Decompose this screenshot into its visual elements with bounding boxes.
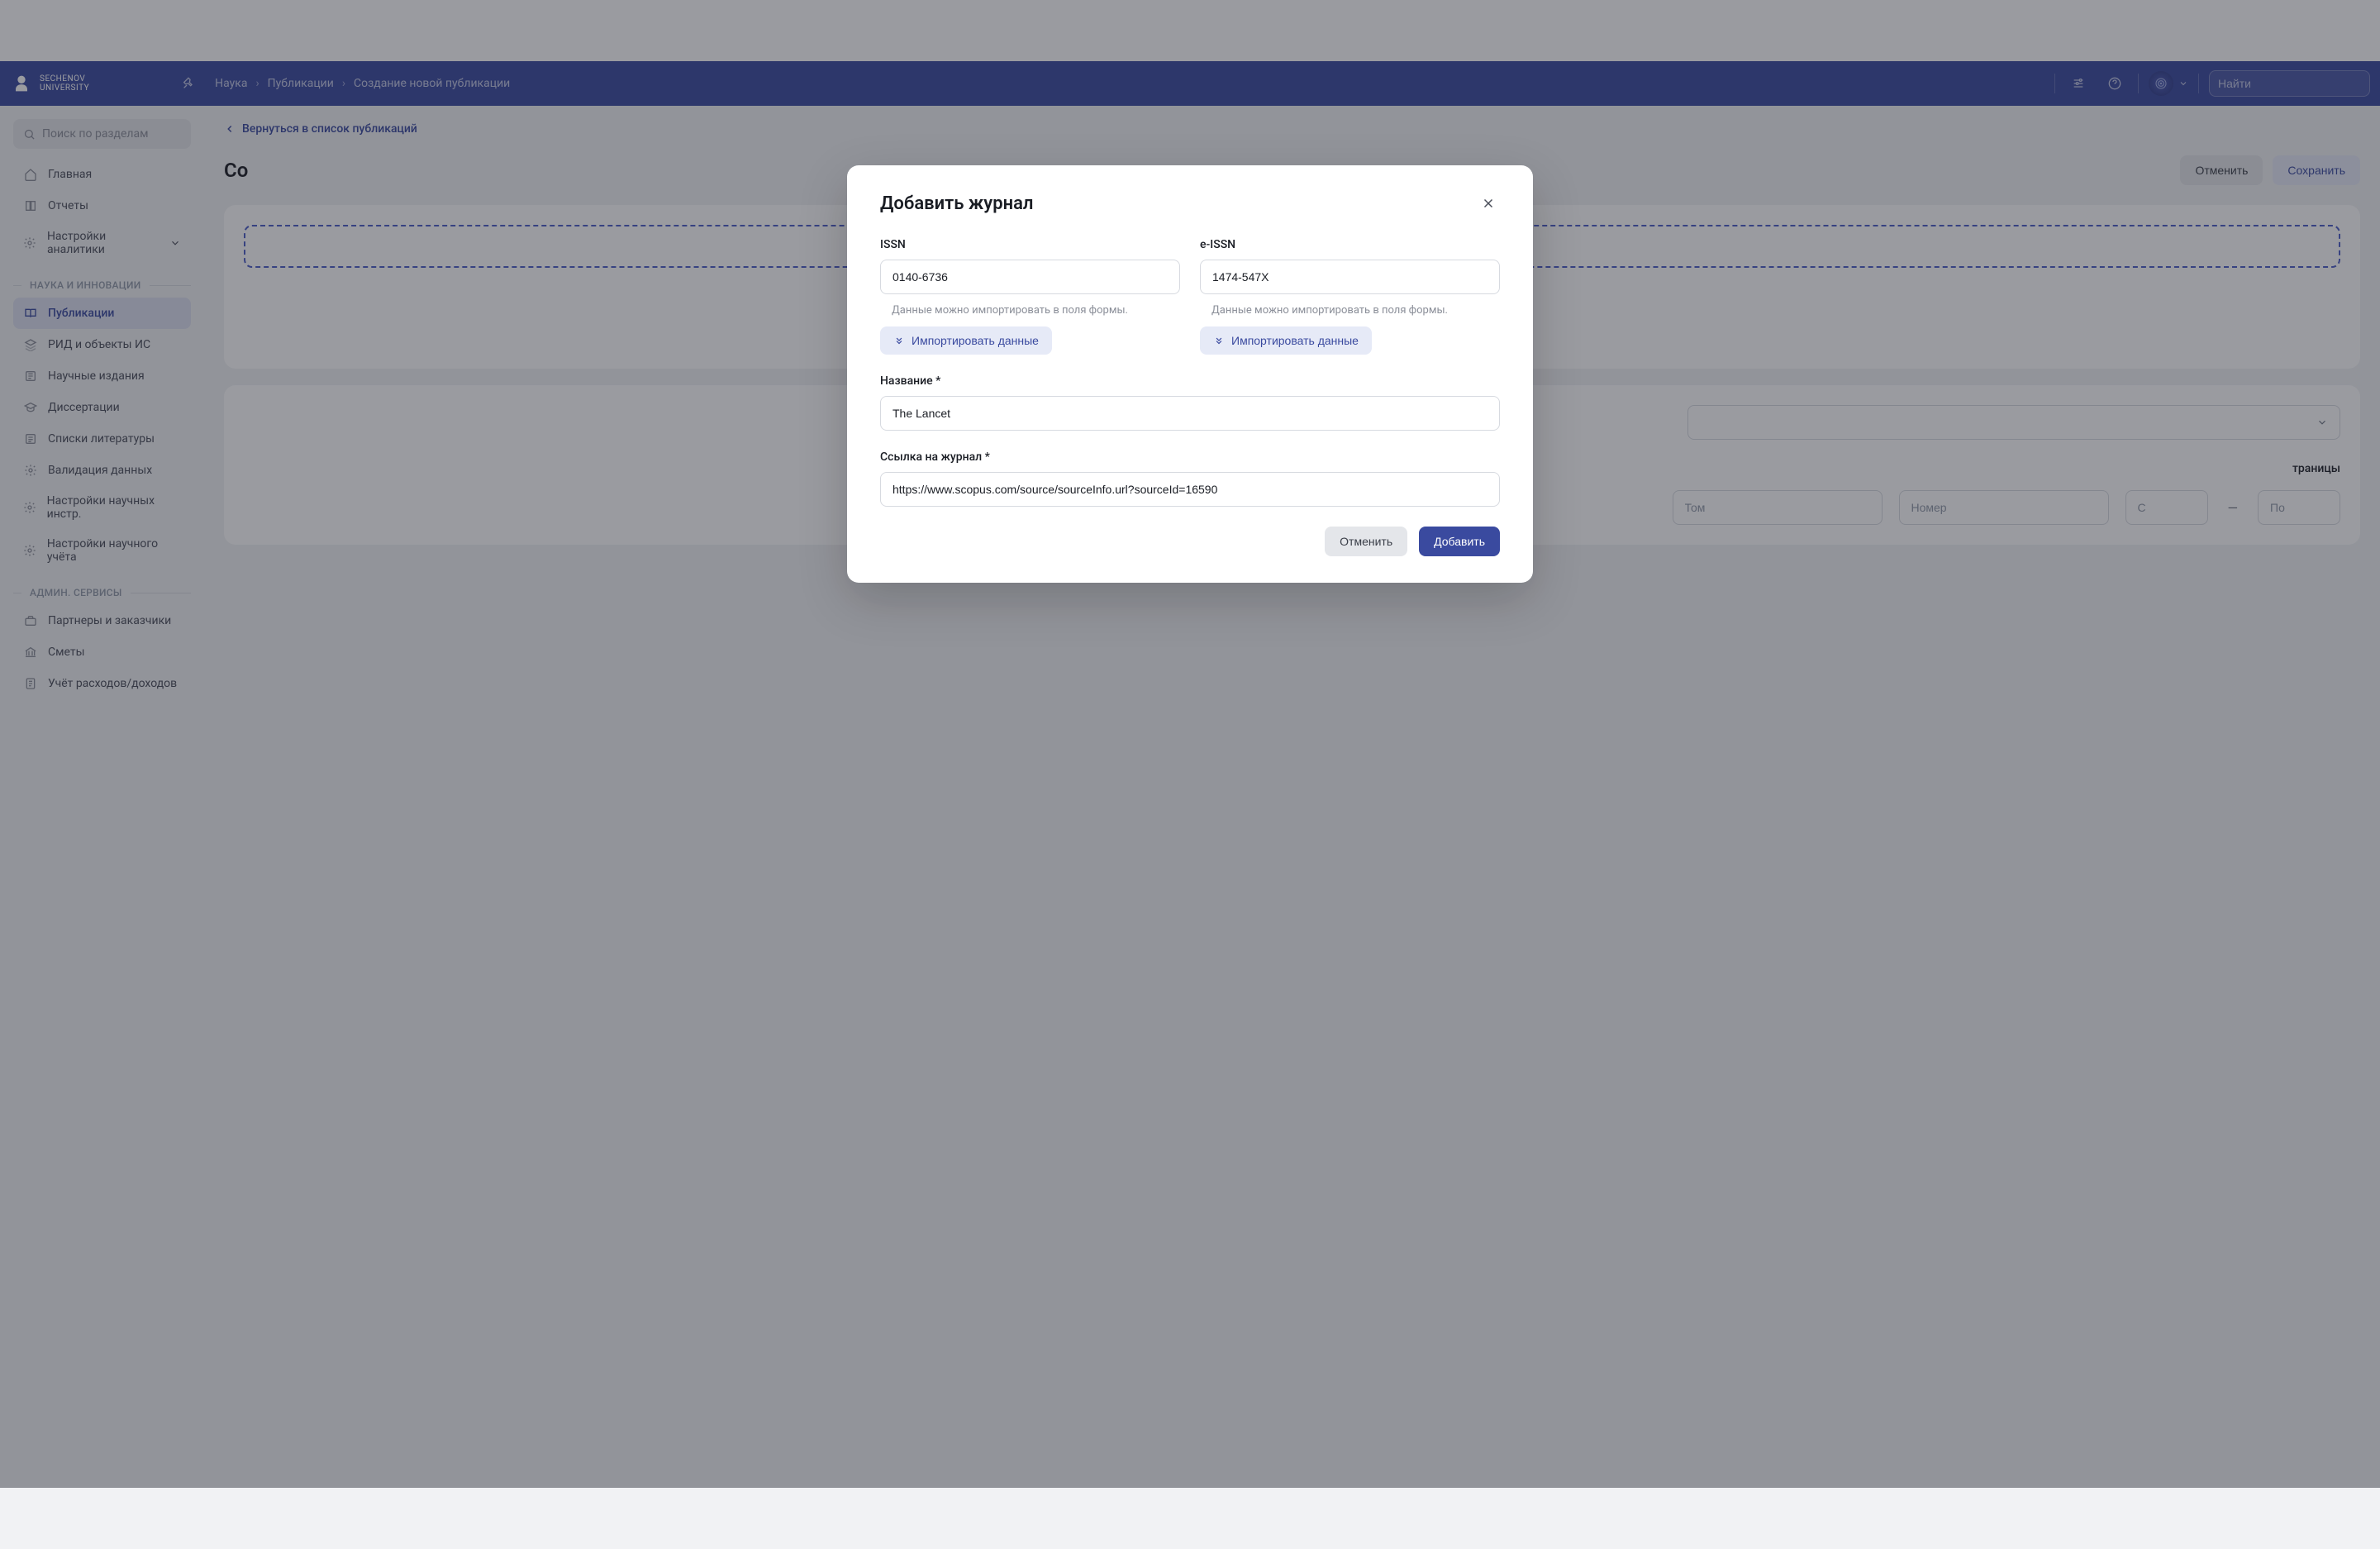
help-icon	[2108, 77, 2121, 90]
briefcase-icon	[23, 613, 38, 628]
divider	[2138, 74, 2139, 93]
sidebar-item-publications[interactable]: Публикации	[13, 298, 191, 329]
chevron-down-icon	[169, 237, 181, 249]
sidebar-section-science: НАУКА И ИННОВАЦИИ	[13, 279, 191, 291]
form-card-1	[224, 205, 2360, 369]
sidebar-item-validation[interactable]: Валидация данных	[13, 455, 191, 486]
topbar-right	[2054, 70, 2370, 97]
layers-icon	[23, 337, 38, 352]
help-button[interactable]	[2102, 70, 2128, 97]
save-button[interactable]: Сохранить	[2273, 155, 2360, 185]
sidebar-item-sci-tools-settings[interactable]: Настройки научных инстр.	[13, 486, 191, 529]
sidebar-item-label: Валидация данных	[48, 464, 152, 477]
sidebar-search-placeholder: Поиск по разделам	[42, 127, 149, 141]
breadcrumb-item[interactable]: Наука	[215, 77, 247, 90]
chevron-right-icon: ›	[342, 77, 345, 90]
book-icon	[23, 198, 38, 213]
chevron-right-icon: ›	[255, 77, 259, 90]
sidebar-search[interactable]: Поиск по разделам	[13, 119, 191, 149]
sidebar-item-label: РИД и объекты ИС	[48, 338, 150, 351]
cancel-button[interactable]: Отменить	[2180, 155, 2263, 185]
search-icon	[23, 128, 36, 141]
chevron-down-icon	[2316, 417, 2328, 428]
sidebar-item-dissertations[interactable]: Диссертации	[13, 392, 191, 423]
sidebar-item-label: Настройки научного учёта	[47, 537, 181, 564]
form-card-2: траницы —	[224, 385, 2360, 545]
sidebar-item-estimates[interactable]: Сметы	[13, 636, 191, 668]
back-link[interactable]: Вернуться в список публикаций	[224, 122, 417, 136]
sidebar-item-label: Настройки научных инстр.	[47, 494, 181, 521]
chevron-left-icon	[224, 123, 236, 135]
divider	[2198, 74, 2199, 93]
sidebar-item-partners[interactable]: Партнеры и заказчики	[13, 605, 191, 636]
pages-label: траницы	[2292, 462, 2340, 475]
home-icon	[23, 167, 38, 182]
bank-icon	[23, 645, 38, 660]
breadcrumb-item: Создание новой публикации	[354, 77, 510, 90]
sidebar-item-label: Настройки аналитики	[47, 230, 159, 256]
topbar: SechenovUniversity Наука › Публикации › …	[0, 61, 2380, 106]
sidebar-item-reports[interactable]: Отчеты	[13, 190, 191, 222]
search-input[interactable]	[2218, 77, 2368, 90]
sidebar-section-admin: АДМИН. СЕРВИСЫ	[13, 587, 191, 598]
back-link-label: Вернуться в список публикаций	[242, 122, 417, 136]
sidebar-item-label: Учёт расходов/доходов	[48, 677, 177, 690]
gear-icon	[23, 236, 37, 250]
logo-text: SechenovUniversity	[40, 74, 89, 93]
breadcrumb-item[interactable]: Публикации	[268, 77, 334, 90]
user-menu[interactable]	[2149, 71, 2188, 96]
newspaper-icon	[23, 369, 38, 384]
page-from-input[interactable]	[2125, 490, 2208, 525]
sidebar-item-journals[interactable]: Научные издания	[13, 360, 191, 392]
list-icon	[23, 431, 38, 446]
graduation-icon	[23, 400, 38, 415]
pin-button[interactable]	[175, 70, 202, 97]
sidebar-item-reference-lists[interactable]: Списки литературы	[13, 423, 191, 455]
sidebar-item-label: Диссертации	[48, 401, 120, 414]
page-to-input[interactable]	[2258, 490, 2340, 525]
sidebar-item-rid[interactable]: РИД и объекты ИС	[13, 329, 191, 360]
sidebar-item-label: Главная	[48, 168, 92, 181]
divider	[2054, 74, 2055, 93]
global-search[interactable]	[2209, 70, 2370, 97]
volume-input[interactable]	[1673, 490, 1883, 525]
sidebar-item-analytics-settings[interactable]: Настройки аналитики	[13, 222, 191, 265]
gear-icon	[23, 543, 37, 558]
number-input[interactable]	[1899, 490, 2109, 525]
main-content: Вернуться в список публикаций Со Отменит…	[204, 106, 2380, 1549]
gear-icon	[23, 463, 38, 478]
browser-whitespace	[0, 0, 2380, 61]
sidebar: Поиск по разделам Главная Отчеты Настрой…	[0, 106, 204, 1549]
avatar	[2149, 71, 2173, 96]
logo[interactable]: SechenovUniversity	[10, 72, 89, 95]
sidebar-item-sci-accounting-settings[interactable]: Настройки научного учёта	[13, 529, 191, 572]
receipt-icon	[23, 676, 38, 691]
book-open-icon	[23, 306, 38, 321]
sidebar-item-label: Партнеры и заказчики	[48, 614, 171, 627]
sidebar-item-home[interactable]: Главная	[13, 159, 191, 190]
sidebar-item-label: Отчеты	[48, 199, 88, 212]
settings-button[interactable]	[2065, 70, 2092, 97]
sidebar-item-expenses[interactable]: Учёт расходов/доходов	[13, 668, 191, 699]
range-separator: —	[2225, 490, 2242, 525]
sidebar-item-label: Научные издания	[48, 369, 145, 383]
select-field[interactable]	[1687, 405, 2340, 440]
chevron-down-icon	[2178, 79, 2188, 88]
sliders-icon	[2072, 77, 2085, 90]
fingerprint-icon	[2154, 77, 2168, 90]
sidebar-item-label: Списки литературы	[48, 432, 155, 446]
gear-icon	[23, 500, 37, 515]
dropzone[interactable]	[244, 225, 2340, 268]
breadcrumb: Наука › Публикации › Создание новой публ…	[215, 77, 510, 90]
pin-icon	[182, 77, 195, 90]
sidebar-item-label: Публикации	[48, 307, 114, 320]
sidebar-item-label: Сметы	[48, 646, 84, 659]
logo-icon	[10, 72, 33, 95]
page-title: Со	[224, 159, 248, 182]
